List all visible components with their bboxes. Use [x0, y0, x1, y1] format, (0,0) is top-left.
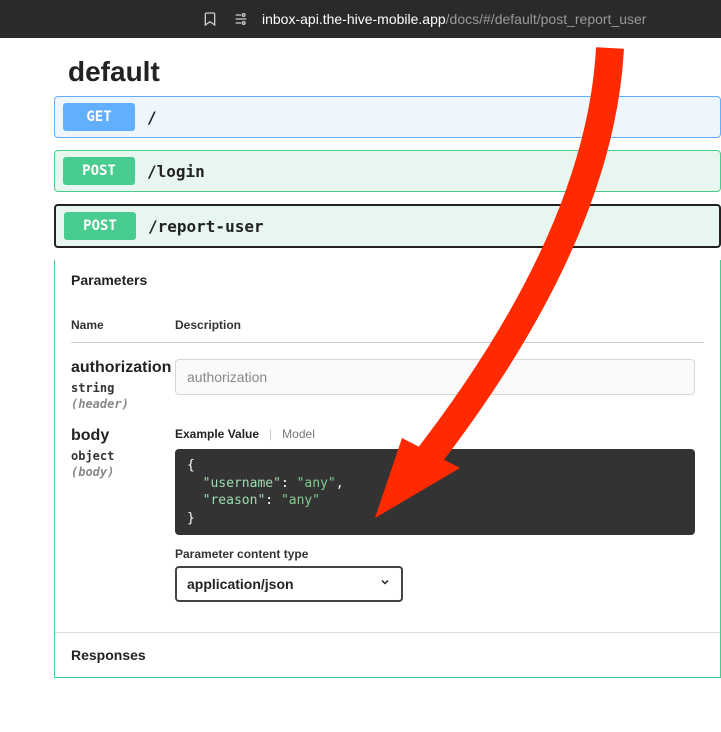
tab-example-value[interactable]: Example Value — [175, 427, 259, 441]
content-type-select[interactable]: application/json — [175, 566, 403, 602]
tab-model[interactable]: Model — [282, 427, 315, 441]
example-body-code[interactable]: { "username": "any", "reason": "any" } — [175, 449, 695, 535]
example-tabs: Example Value | Model — [175, 427, 704, 441]
method-badge-get: GET — [63, 103, 135, 131]
url-bar[interactable]: inbox-api.the-hive-mobile.app/docs/#/def… — [262, 11, 646, 27]
url-host: inbox-api.the-hive-mobile.app — [262, 11, 446, 27]
endpoint-path: / — [147, 108, 157, 127]
authorization-input[interactable] — [175, 359, 695, 395]
endpoint-path: /report-user — [148, 217, 264, 236]
param-name: authorization — [71, 359, 171, 376]
content-type-select-wrap: application/json — [175, 566, 403, 602]
main-content: default GET / POST /login POST /report-u… — [0, 38, 721, 678]
tab-divider: | — [269, 427, 272, 441]
code-value: "any" — [297, 476, 336, 491]
param-meta: body object (body) — [71, 427, 175, 479]
table-header-row: Name Description — [71, 300, 704, 343]
parameters-table: Name Description authorization string (h… — [55, 300, 720, 632]
param-row-body: body object (body) Example Value | Model… — [71, 411, 704, 602]
th-description: Description — [175, 318, 241, 332]
param-input-col — [175, 359, 704, 395]
page-title: default — [54, 48, 721, 96]
responses-heading: Responses — [55, 632, 720, 677]
endpoint-details-panel: Parameters Name Description authorizatio… — [54, 260, 721, 678]
site-settings-icon[interactable] — [232, 10, 250, 28]
param-row-authorization: authorization string (header) — [71, 343, 704, 411]
param-type: object — [71, 449, 175, 463]
parameters-heading: Parameters — [55, 260, 720, 300]
param-body-col: Example Value | Model { "username": "any… — [175, 427, 704, 602]
endpoint-post-login[interactable]: POST /login — [54, 150, 721, 192]
param-name: body — [71, 427, 109, 444]
endpoint-post-report-user[interactable]: POST /report-user — [54, 204, 721, 248]
bookmark-icon[interactable] — [200, 9, 220, 29]
endpoint-get-root[interactable]: GET / — [54, 96, 721, 138]
content-type-label: Parameter content type — [175, 547, 704, 561]
method-badge-post: POST — [64, 212, 136, 240]
th-name: Name — [71, 318, 175, 332]
url-path: /docs/#/default/post_report_user — [446, 11, 647, 27]
browser-bar: inbox-api.the-hive-mobile.app/docs/#/def… — [0, 0, 721, 38]
param-type: string — [71, 381, 175, 395]
param-location: (body) — [71, 465, 175, 479]
param-meta: authorization string (header) — [71, 359, 175, 411]
code-value: "any" — [281, 493, 320, 508]
method-badge-post: POST — [63, 157, 135, 185]
param-location: (header) — [71, 397, 175, 411]
endpoint-path: /login — [147, 162, 205, 181]
